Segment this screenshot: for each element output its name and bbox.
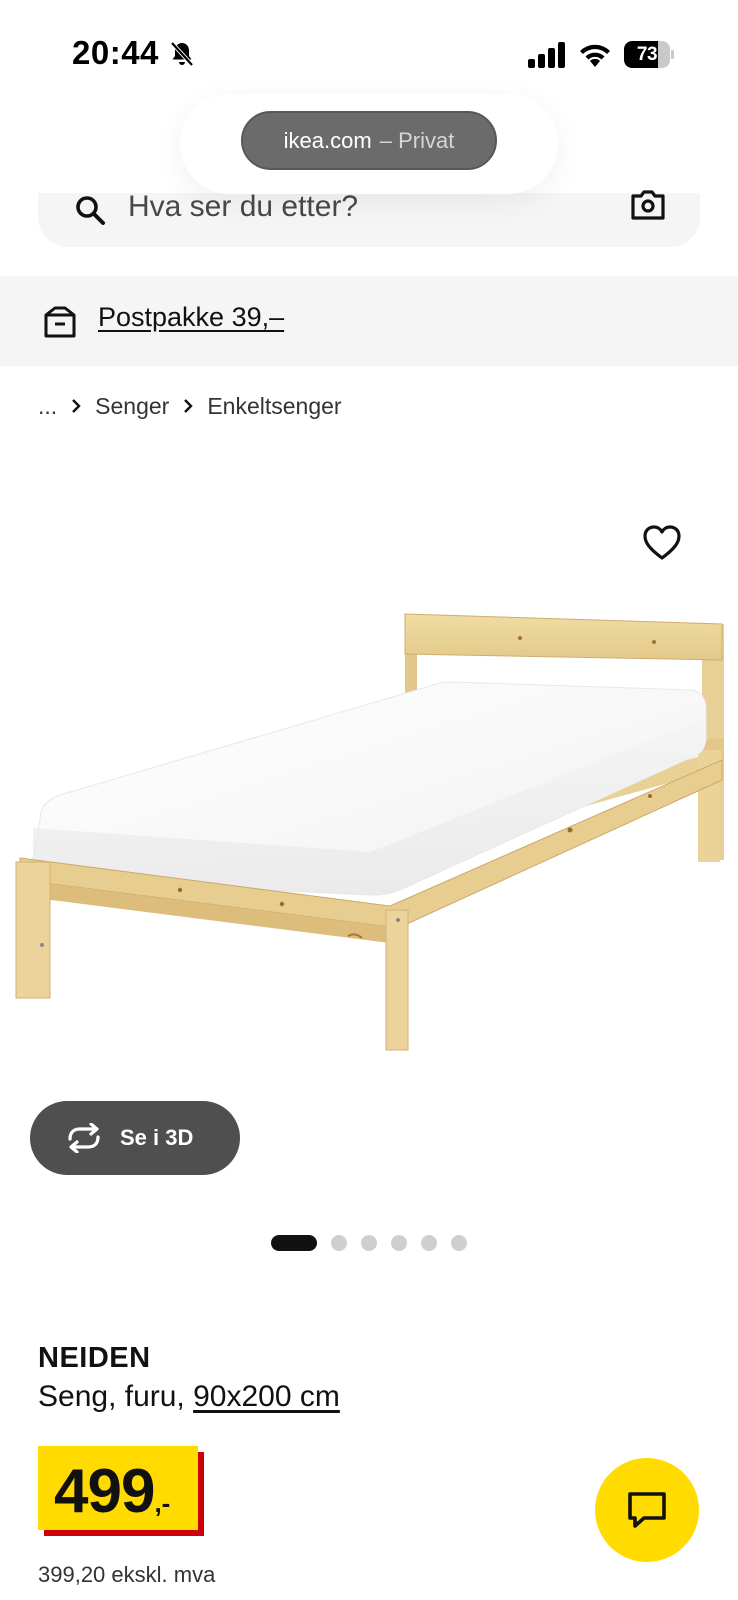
breadcrumb-senger[interactable]: Senger xyxy=(95,393,169,420)
chat-button[interactable] xyxy=(595,1458,699,1562)
carousel-dot[interactable] xyxy=(451,1235,467,1251)
search-bar[interactable] xyxy=(38,185,700,247)
address-bar[interactable]: ikea.com – Privat xyxy=(241,111,497,170)
battery-body: 73 xyxy=(624,41,670,68)
view-3d-label: Se i 3D xyxy=(120,1125,194,1150)
chat-bubble-icon xyxy=(628,1492,666,1528)
carousel-dot[interactable] xyxy=(391,1235,407,1251)
breadcrumb-ellipsis[interactable]: ... xyxy=(38,393,57,420)
image-carousel-indicator xyxy=(0,1234,738,1252)
camera-icon[interactable] xyxy=(630,189,666,221)
chevron-right-icon xyxy=(72,399,81,413)
status-time: 20:44 xyxy=(72,34,159,71)
breadcrumb-enkeltsenger[interactable]: Enkeltsenger xyxy=(207,393,341,420)
delivery-banner: Postpakke 39,– xyxy=(0,276,738,366)
price-suffix: ,- xyxy=(154,1488,171,1518)
price-tag-box: 499,- xyxy=(38,1446,198,1530)
box-icon xyxy=(44,306,76,338)
search-icon[interactable] xyxy=(72,193,108,229)
product-name: NEIDEN xyxy=(38,1342,151,1374)
delivery-link[interactable]: Postpakke 39,– xyxy=(98,302,284,333)
chevron-right-icon xyxy=(184,399,194,413)
price-value: 499 xyxy=(54,1457,155,1526)
rotate-3d-icon xyxy=(68,1123,100,1153)
product-size-link[interactable]: 90x200 cm xyxy=(193,1380,340,1413)
address-private-mode: – Privat xyxy=(379,127,455,153)
price-excluding-vat: 399,20 ekskl. mva xyxy=(38,1562,216,1587)
carousel-dot[interactable] xyxy=(271,1235,317,1251)
wifi-icon xyxy=(580,44,610,67)
price-tag: 499,- xyxy=(38,1446,204,1536)
heart-icon[interactable] xyxy=(642,524,682,562)
carousel-dot[interactable] xyxy=(421,1235,437,1251)
battery-cap xyxy=(671,50,674,59)
product-type: Seng, furu, xyxy=(38,1380,194,1413)
battery-icon: 73 xyxy=(624,41,674,68)
product-description: Seng, furu, 90x200 cm xyxy=(38,1380,340,1414)
view-3d-button[interactable]: Se i 3D xyxy=(30,1101,240,1175)
signal-icon xyxy=(528,42,565,68)
address-domain: ikea.com xyxy=(283,127,372,153)
bell-off-icon xyxy=(170,41,194,67)
battery-level: 73 xyxy=(636,44,658,65)
carousel-dot[interactable] xyxy=(361,1235,377,1251)
product-image-bed[interactable] xyxy=(0,590,738,1090)
breadcrumb: ... Senger Enkeltsenger xyxy=(38,390,342,422)
carousel-dot[interactable] xyxy=(331,1235,347,1251)
